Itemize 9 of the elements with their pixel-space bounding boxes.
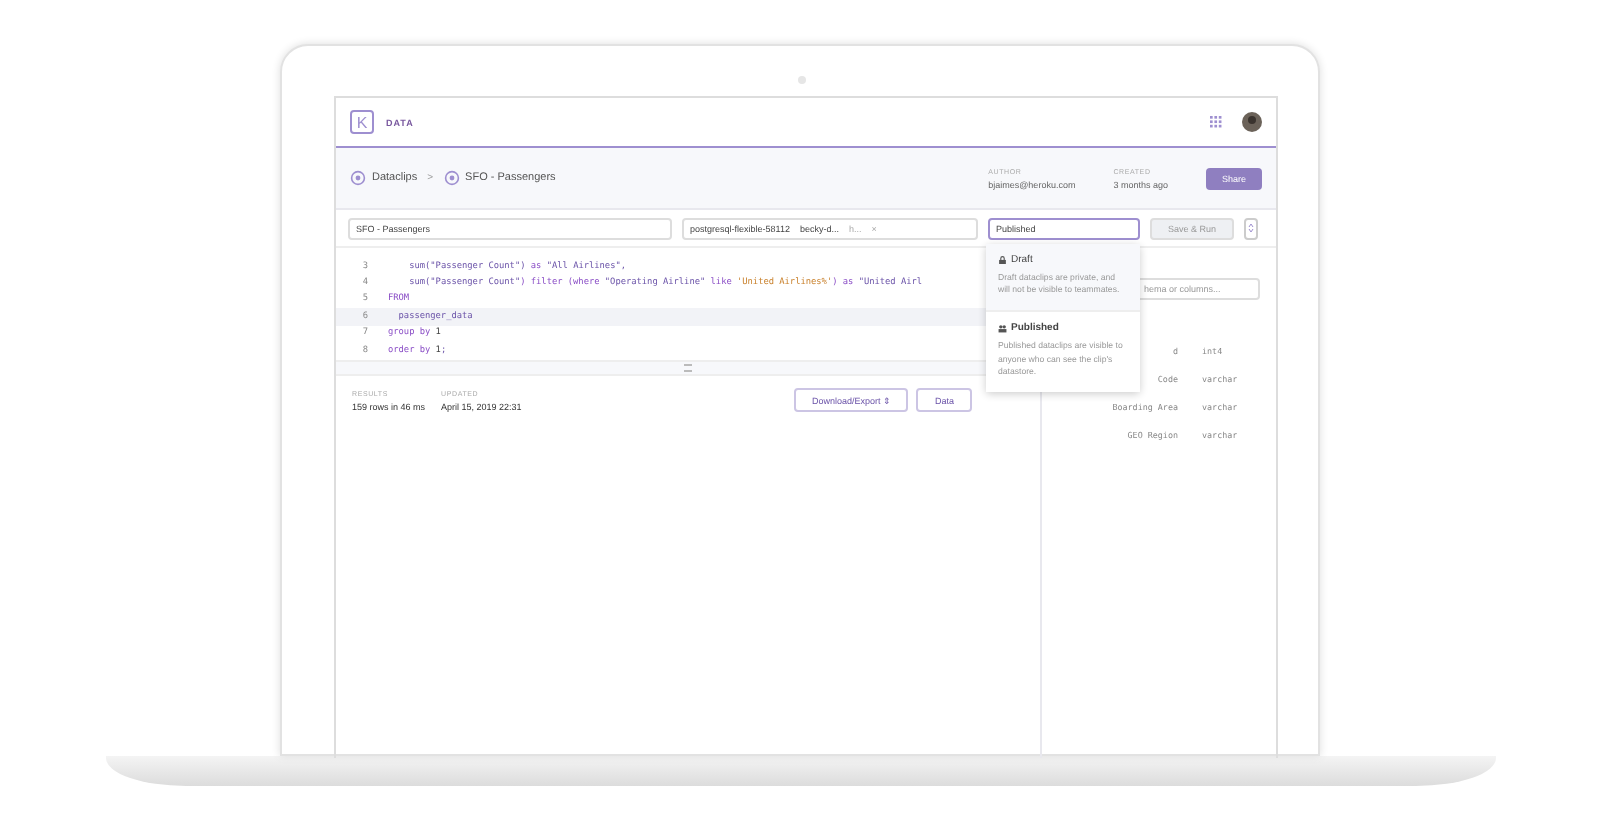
- logo-icon: K: [350, 110, 374, 134]
- up-down-icon: [1248, 222, 1255, 234]
- apps-grid-icon[interactable]: [1210, 116, 1222, 128]
- avatar-icon[interactable]: [1242, 112, 1262, 132]
- lock-icon: [998, 255, 1007, 265]
- sort-button[interactable]: [1244, 217, 1259, 239]
- people-icon: [998, 324, 1007, 334]
- clip-icon: [443, 170, 460, 186]
- clip-icon: [350, 170, 366, 186]
